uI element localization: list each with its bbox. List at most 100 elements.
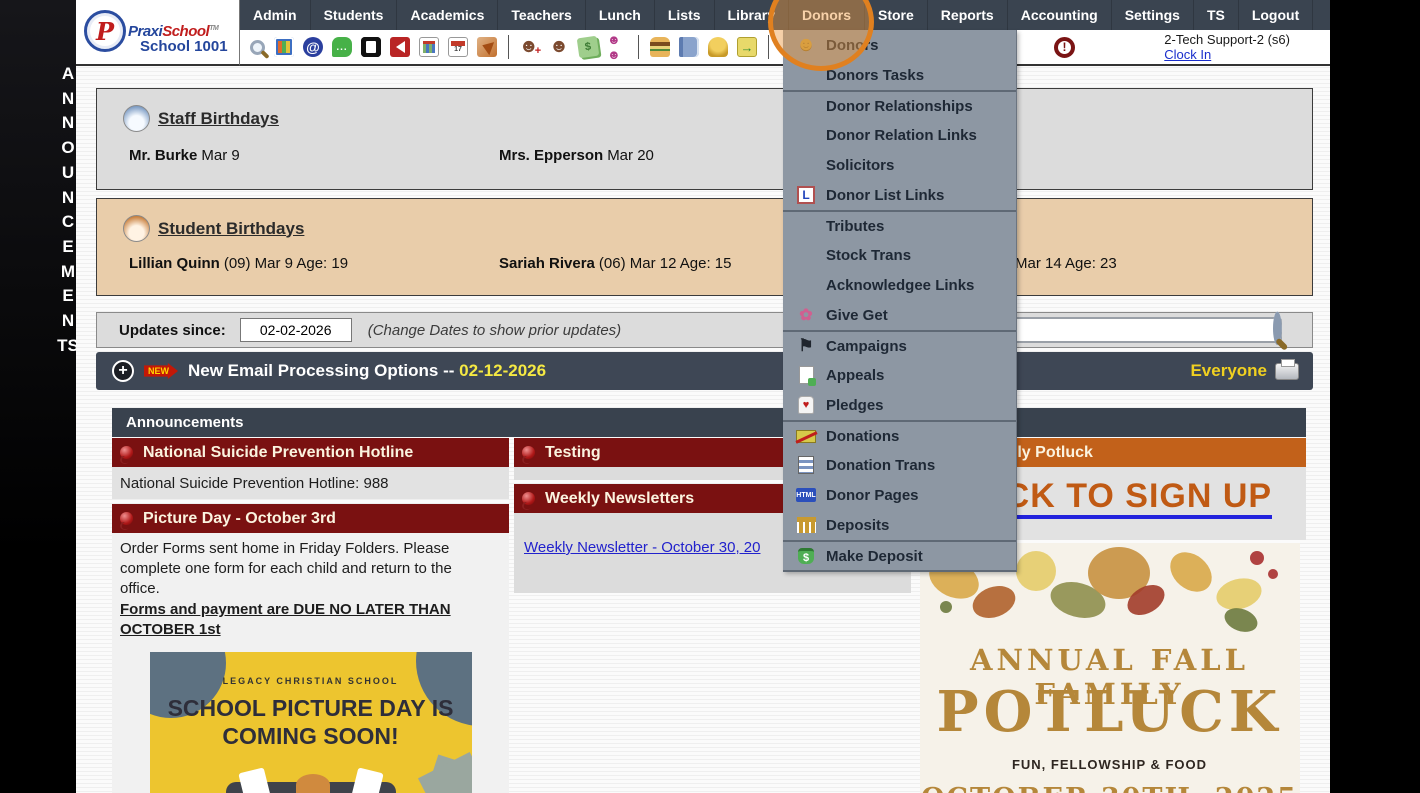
logged-in-user: 2-Tech Support-2 (s6): [1164, 32, 1290, 47]
menu-item-donation-trans[interactable]: Donation Trans: [783, 450, 1016, 480]
menu-item-donor-relation-links[interactable]: Donor Relation Links: [783, 120, 1016, 150]
nav-donors[interactable]: Donors: [789, 0, 865, 30]
nav-students[interactable]: Students: [311, 0, 398, 30]
suicide-hotline-body: National Suicide Prevention Hotline: 988: [112, 467, 509, 499]
nav-lists[interactable]: Lists: [655, 0, 715, 30]
lunch-icon[interactable]: [650, 37, 670, 57]
praxischool-logo-icon: P: [84, 10, 126, 52]
potluck-line4: OCTOBER 30TH, 2025: [920, 783, 1300, 793]
menu-item-make-deposit[interactable]: $ Make Deposit: [783, 540, 1016, 570]
menu-item-donations[interactable]: Donations: [783, 420, 1016, 450]
staff-birthdays-title[interactable]: Staff Birthdays: [158, 109, 279, 129]
banner-date: 02-12-2026: [459, 361, 547, 380]
school-name: School 1001: [140, 38, 228, 55]
menu-item-solicitors[interactable]: Solicitors: [783, 150, 1016, 180]
poster-headline: SCHOOL PICTURE DAY IS COMING SOON!: [167, 695, 454, 749]
banner-text: New Email Processing Options -- 02-12-20…: [188, 361, 547, 380]
donor-person-icon: ☻: [796, 34, 816, 55]
menu-item-donor-list-links[interactable]: L Donor List Links: [783, 180, 1016, 210]
menu-item-deposits[interactable]: Deposits: [783, 510, 1016, 540]
add-person-icon[interactable]: ☻: [519, 36, 540, 57]
search-submit-icon[interactable]: [1273, 311, 1282, 345]
user-session-box: 2-Tech Support-2 (s6) Clock In: [1164, 32, 1290, 62]
email-options-banner: + NEW New Email Processing Options -- 02…: [96, 352, 1313, 390]
blank-icon-slot: [795, 65, 817, 85]
clock-in-link[interactable]: Clock In: [1164, 47, 1290, 62]
blank-icon-slot: [795, 275, 817, 295]
staff-birthday-entry: Mr. Burke Mar 9: [129, 147, 240, 164]
calendar-color-icon[interactable]: [419, 37, 439, 57]
app-surface: P PraxiSchoolTM School 1001 Admin Studen…: [76, 0, 1330, 793]
announcements-left-column: National Suicide Prevention Hotline Nati…: [112, 438, 509, 793]
speaker-icon[interactable]: [390, 37, 410, 57]
picture-day-text: Order Forms sent home in Friday Folders.…: [120, 540, 452, 597]
megaphone-icon[interactable]: [477, 37, 497, 57]
blank-icon-slot: [795, 216, 817, 236]
blank-icon-slot: [795, 245, 817, 265]
calendar-date-icon[interactable]: [448, 37, 468, 57]
main-nav: Admin Students Academics Teachers Lunch …: [240, 0, 1330, 30]
menu-item-donors-tasks[interactable]: Donors Tasks: [783, 60, 1016, 90]
announcement-bar-suicide-hotline[interactable]: National Suicide Prevention Hotline: [112, 438, 509, 467]
student-birthday-entry: Lillian Quinn (09) Mar 9 Age: 19: [129, 255, 349, 272]
expand-plus-icon[interactable]: +: [112, 360, 134, 382]
nav-accounting[interactable]: Accounting: [1008, 0, 1112, 30]
appeal-page-icon: [795, 365, 817, 386]
nav-lunch[interactable]: Lunch: [586, 0, 655, 30]
blank-icon-slot: [795, 125, 817, 145]
nav-logout[interactable]: Logout: [1239, 0, 1314, 30]
picture-day-poster-image: LEGACY CHRISTIAN SCHOOL SCHOOL PICTURE D…: [149, 652, 472, 793]
send-note-icon[interactable]: →: [737, 37, 757, 57]
praxischool-dashboard: ANNOUNCEMENTS P PraxiSchoolTM School 100…: [0, 0, 1420, 793]
menu-item-donor-pages[interactable]: HTML Donor Pages: [783, 480, 1016, 510]
library-binder-icon[interactable]: [679, 37, 699, 57]
menu-item-pledges[interactable]: ♥ Pledges: [783, 390, 1016, 420]
money-bag-icon: $: [795, 546, 817, 566]
announcement-bar-picture-day[interactable]: Picture Day - October 3rd: [112, 504, 509, 533]
nav-academics[interactable]: Academics: [397, 0, 499, 30]
staff-person-icon[interactable]: ☻: [549, 36, 569, 57]
schedule-grid-icon[interactable]: [274, 37, 294, 57]
pushpin-icon: [120, 446, 133, 459]
pushpin-icon: [120, 512, 133, 525]
payments-icon[interactable]: $: [576, 35, 600, 59]
toolbar-divider: [508, 35, 509, 59]
nav-admin[interactable]: Admin: [240, 0, 311, 30]
updates-hint: (Change Dates to show prior updates): [367, 321, 622, 339]
alert-icon[interactable]: !: [1054, 36, 1075, 58]
nav-teachers[interactable]: Teachers: [498, 0, 586, 30]
menu-item-tributes[interactable]: Tributes: [783, 210, 1016, 240]
nav-ts[interactable]: TS: [1194, 0, 1239, 30]
blank-icon-slot: [795, 155, 817, 175]
mobile-phone-icon[interactable]: [361, 37, 381, 57]
menu-item-donor-relationships[interactable]: Donor Relationships: [783, 90, 1016, 120]
printer-icon[interactable]: [1275, 358, 1299, 380]
menu-item-stock-trans[interactable]: Stock Trans: [783, 240, 1016, 270]
search-icon[interactable]: [250, 39, 265, 55]
family-icon[interactable]: ☻☻: [607, 32, 627, 62]
menu-item-campaigns[interactable]: ⚑ Campaigns: [783, 330, 1016, 360]
announcements-header: Announcements: [112, 408, 1306, 437]
updates-date-input[interactable]: [239, 318, 352, 342]
bank-icon: [795, 515, 817, 535]
menu-item-appeals[interactable]: Appeals: [783, 360, 1016, 390]
pushpin-icon: [522, 492, 535, 505]
chat-icon[interactable]: ...: [332, 37, 352, 57]
student-birthdays-title[interactable]: Student Birthdays: [158, 219, 304, 239]
nav-store[interactable]: Store: [865, 0, 928, 30]
email-icon[interactable]: @: [303, 37, 323, 57]
donation-card-icon: [795, 426, 817, 446]
nav-settings[interactable]: Settings: [1112, 0, 1194, 30]
menu-item-acknowledgee-links[interactable]: Acknowledgee Links: [783, 270, 1016, 300]
potluck-line3: FUN, FELLOWSHIP & FOOD: [1011, 757, 1208, 772]
menu-item-give-get[interactable]: ✿ Give Get: [783, 300, 1016, 330]
toolbar-divider: [768, 35, 769, 59]
nav-reports[interactable]: Reports: [928, 0, 1008, 30]
menu-item-donors[interactable]: ☻ Donors: [783, 30, 1016, 60]
picture-day-body: Order Forms sent home in Friday Folders.…: [112, 533, 509, 793]
bell-icon[interactable]: [708, 37, 728, 57]
audience-label[interactable]: Everyone: [1190, 361, 1267, 381]
weekly-newsletter-link[interactable]: Weekly Newsletter - October 30, 20: [524, 539, 760, 556]
nav-library[interactable]: Library: [715, 0, 789, 30]
pushpin-icon: [522, 446, 535, 459]
